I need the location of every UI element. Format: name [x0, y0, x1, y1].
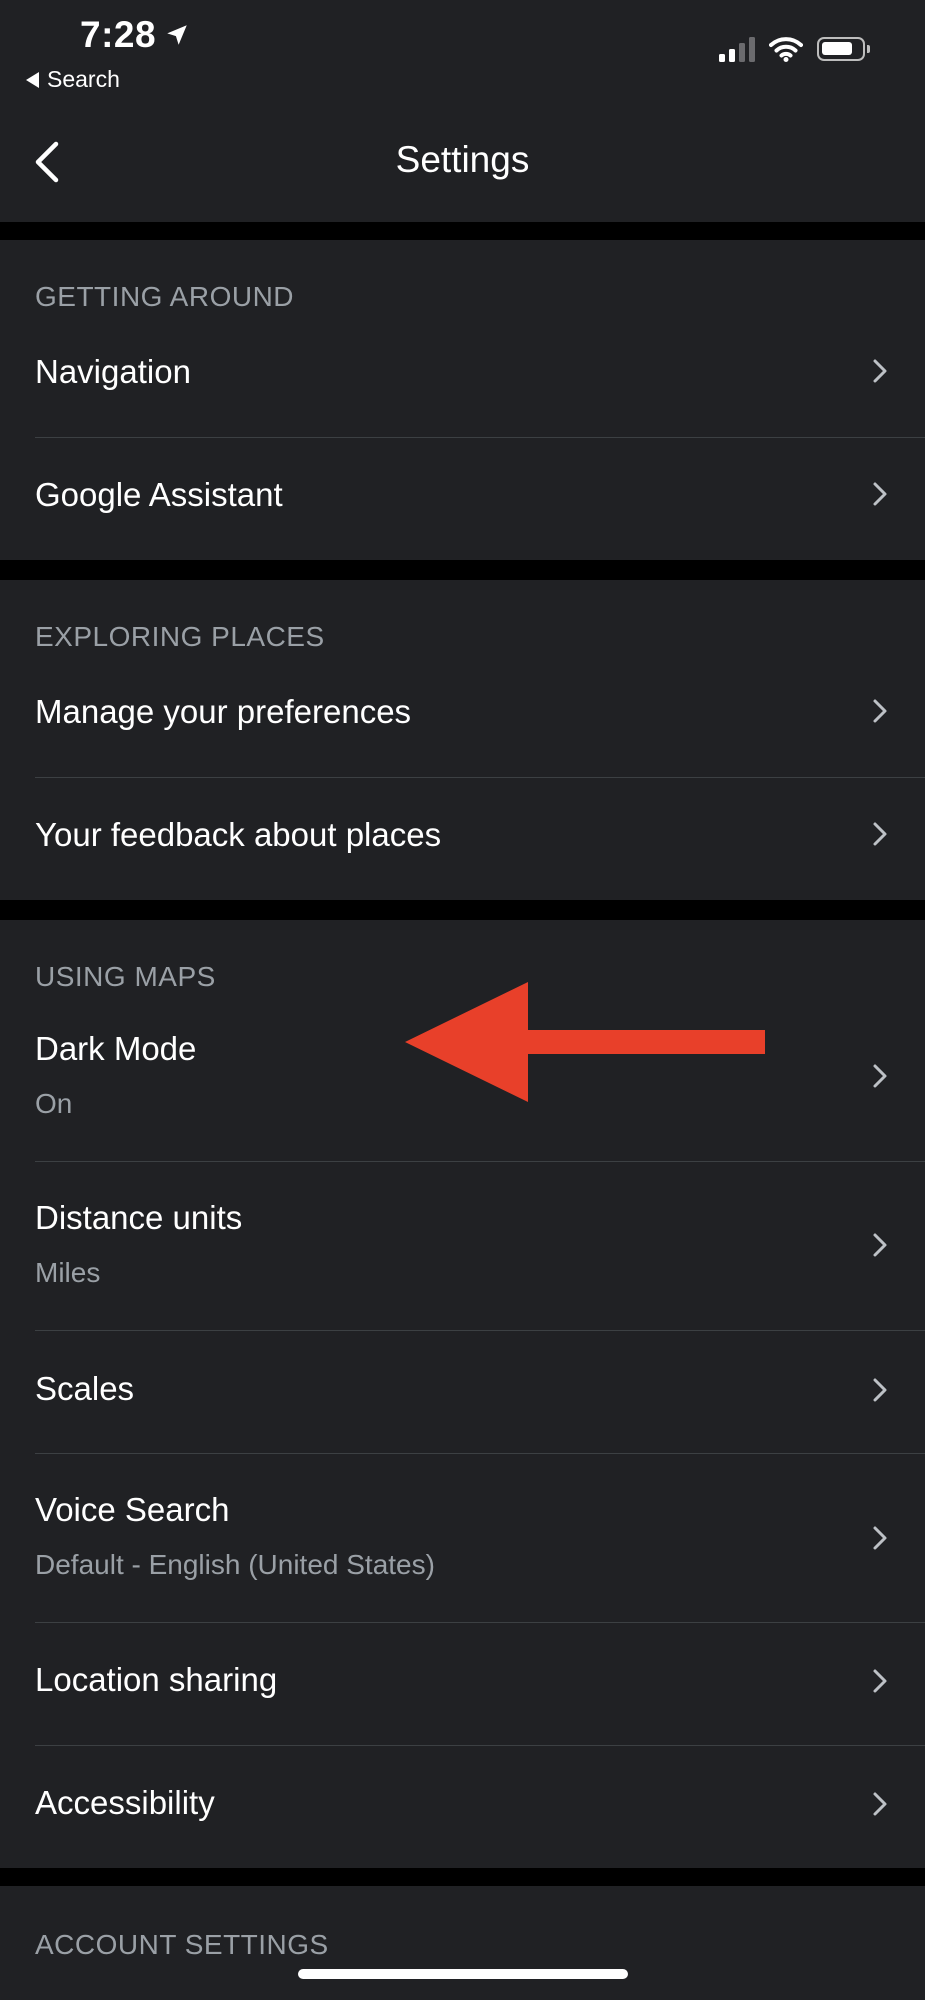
chevron-right-icon	[873, 699, 887, 723]
back-triangle-icon	[26, 71, 39, 88]
settings-row-voice-search[interactable]: Voice Search Default - English (United S…	[0, 1454, 925, 1622]
home-indicator[interactable]	[298, 1969, 628, 1979]
chevron-right-icon	[873, 1526, 887, 1550]
annotation-arrow-icon	[405, 982, 765, 1102]
chevron-right-icon	[873, 1233, 887, 1257]
settings-row-feedback-places[interactable]: Your feedback about places	[0, 778, 925, 900]
chevron-right-icon	[873, 1064, 887, 1088]
row-value: Default - English (United States)	[35, 1549, 435, 1580]
row-label: Dark Mode	[35, 1030, 197, 1067]
row-label: Accessibility	[35, 1784, 215, 1821]
row-value: On	[35, 1088, 73, 1119]
row-label: Your feedback about places	[35, 816, 442, 853]
row-value: Miles	[35, 1257, 101, 1288]
top-bar: 7:28 Search Settings	[0, 0, 925, 222]
chevron-right-icon	[873, 359, 887, 383]
row-label: Location sharing	[35, 1661, 278, 1698]
settings-row-manage-preferences[interactable]: Manage your preferences	[0, 662, 925, 759]
row-label: Google Assistant	[35, 476, 283, 513]
row-label: Navigation	[35, 353, 191, 390]
section-exploring-places: EXPLORING PLACES Manage your preferences…	[0, 580, 925, 900]
row-label: Manage your preferences	[35, 693, 412, 730]
back-app-label: Search	[47, 66, 120, 92]
chevron-right-icon	[873, 1792, 887, 1816]
settings-row-google-assistant[interactable]: Google Assistant	[0, 438, 925, 560]
settings-row-distance-units[interactable]: Distance units Miles	[0, 1162, 925, 1330]
section-header: ACCOUNT SETTINGS	[35, 1929, 329, 1960]
section-header: USING MAPS	[35, 961, 216, 992]
status-time: 7:28	[80, 14, 190, 56]
time-label: 7:28	[80, 14, 157, 55]
chevron-right-icon	[873, 482, 887, 506]
settings-row-navigation[interactable]: Navigation	[0, 322, 925, 419]
settings-row-scales[interactable]: Scales	[0, 1331, 925, 1453]
row-label: Distance units	[35, 1199, 243, 1236]
section-account-settings: ACCOUNT SETTINGS	[0, 1886, 925, 2000]
cellular-signal-icon	[719, 36, 755, 62]
section-getting-around: GETTING AROUND Navigation Google Assista…	[0, 240, 925, 560]
battery-icon	[817, 37, 870, 61]
settings-row-accessibility[interactable]: Accessibility	[0, 1746, 925, 1868]
page-title: Settings	[395, 139, 530, 180]
chevron-right-icon	[873, 1669, 887, 1693]
row-label: Scales	[35, 1370, 135, 1407]
row-label: Voice Search	[35, 1491, 230, 1528]
location-arrow-icon	[167, 25, 187, 45]
back-to-app-button[interactable]: Search	[26, 66, 120, 93]
status-icons	[719, 36, 870, 62]
wifi-icon	[769, 37, 803, 62]
section-header: EXPLORING PLACES	[35, 621, 325, 652]
section-header: GETTING AROUND	[35, 281, 295, 312]
chevron-right-icon	[873, 1378, 887, 1402]
settings-row-location-sharing[interactable]: Location sharing	[0, 1623, 925, 1745]
chevron-right-icon	[873, 822, 887, 846]
